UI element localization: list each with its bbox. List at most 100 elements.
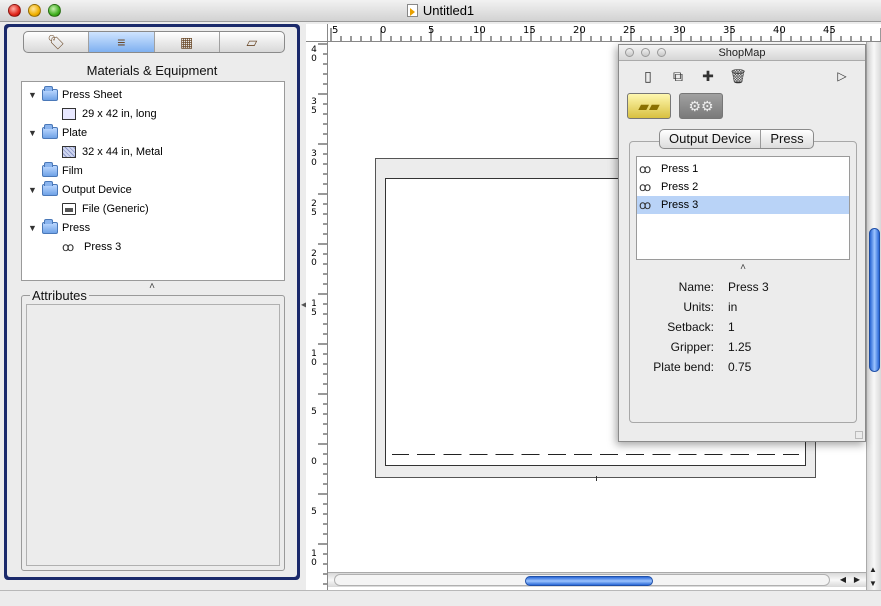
add-icon[interactable]: ✚ <box>693 68 723 85</box>
tree-row-press-sheet[interactable]: ▼ Press Sheet <box>22 85 284 104</box>
property-row: Units: in <box>630 300 858 320</box>
list-item[interactable]: ꝏ Press 1 <box>637 160 849 178</box>
tree-row-press[interactable]: ▼ Press <box>22 218 284 237</box>
ruler-top-label: 10 <box>473 25 486 36</box>
ruler-corner <box>306 24 328 42</box>
materials-mode-button[interactable]: ▰▰ <box>627 93 671 119</box>
property-value: in <box>728 300 738 314</box>
property-row: Gripper: 1.25 <box>630 340 858 360</box>
scroll-down-icon[interactable]: ▼ <box>869 579 877 588</box>
tab-materials[interactable]: ≡ <box>89 32 155 52</box>
trash-icon[interactable]: 🗑 <box>723 68 753 85</box>
disclosure-triangle-icon[interactable]: ▼ <box>28 223 40 233</box>
tree-row-plate-size[interactable]: 32 x 44 in, Metal <box>22 142 284 161</box>
property-row: Name: Press 3 <box>630 280 858 300</box>
property-value: 1 <box>728 320 735 334</box>
materials-tree: ▼ Press Sheet 29 x 42 in, long ▼ Plate 3… <box>21 81 285 281</box>
disclosure-triangle-icon[interactable]: ▼ <box>28 128 40 138</box>
segment-press[interactable]: Press <box>761 130 812 148</box>
vertical-scroll-thumb[interactable] <box>869 228 880 372</box>
scroll-right-icon[interactable]: ▶ <box>854 575 860 584</box>
layout-icon: ▦ <box>180 33 194 50</box>
tree-label: 29 x 42 in, long <box>82 107 157 120</box>
property-label: Name: <box>678 280 714 294</box>
materials-title: Materials & Equipment <box>86 63 218 78</box>
property-value: 0.75 <box>728 360 752 374</box>
tree-row-sheet-size[interactable]: 29 x 42 in, long <box>22 104 284 123</box>
ruler-left: 40 35 30 25 20 15 10 5 0 5 10 <box>306 42 328 596</box>
tree-label: Press 3 <box>84 240 122 253</box>
palette-titlebar[interactable]: ShopMap <box>619 45 865 61</box>
sheet-icon <box>62 107 76 120</box>
horizontal-scroll-thumb[interactable] <box>525 576 653 586</box>
disclosure-triangle-icon[interactable]: ▼ <box>28 185 40 195</box>
palette-title: ShopMap <box>718 47 766 59</box>
ruler-left-label: 35 <box>311 97 317 116</box>
property-label: Gripper: <box>670 340 714 354</box>
ruler-left-label: 20 <box>311 249 317 268</box>
attributes-title: Attributes <box>30 288 89 303</box>
list-item-selected[interactable]: ꝏ Press 3 <box>637 196 849 214</box>
stacked-sheets-icon: ▰▰ <box>638 97 660 114</box>
attributes-panel <box>26 304 280 566</box>
tree-label: Film <box>62 164 83 177</box>
vertical-scrollbar[interactable]: ▲ ▼ <box>866 42 881 596</box>
new-icon[interactable]: ▯ <box>633 68 663 85</box>
tree-row-press-3[interactable]: ꝏ Press 3 <box>22 237 284 256</box>
folder-icon <box>42 85 58 101</box>
equipment-mode-button[interactable]: ⚙⚙ <box>679 93 723 119</box>
document-icon <box>406 4 418 17</box>
press-icon: ꝏ <box>639 180 652 194</box>
ruler-left-label: 10 <box>311 349 317 368</box>
scroll-left-icon[interactable]: ◀ <box>840 575 846 584</box>
attributes-group: Attributes <box>21 288 285 571</box>
ruler-top-label: 30 <box>673 25 686 36</box>
stack-icon: ▱ <box>246 33 258 50</box>
palette-modes: ▰▰ ⚙⚙ <box>627 93 723 119</box>
tab-info[interactable]: 🏷 <box>24 32 90 52</box>
window-bottom-bar <box>0 590 881 606</box>
window-title: Untitled1 <box>0 3 881 18</box>
scroll-up-icon[interactable]: ▲ <box>869 565 877 574</box>
split-caret-icon[interactable]: ˄ <box>630 262 856 273</box>
window-titlebar: Untitled1 <box>0 0 881 22</box>
horizontal-scroll-track[interactable] <box>334 574 830 586</box>
folder-icon <box>42 218 58 234</box>
resize-grip-icon[interactable] <box>855 431 863 439</box>
property-value: Press 3 <box>728 280 769 294</box>
tree-label: Press Sheet <box>62 88 122 101</box>
tag-icon: 🏷 <box>47 33 66 50</box>
duplicate-icon[interactable]: ⧉ <box>663 68 693 85</box>
press-properties: Name: Press 3 Units: in Setback: 1 Gripp… <box>630 280 858 380</box>
tab-layout[interactable]: ▦ <box>155 32 220 52</box>
press-list: ꝏ Press 1 ꝏ Press 2 ꝏ Press 3 <box>636 156 850 260</box>
ruler-left-label: 10 <box>311 549 317 568</box>
list-item-label: Press 1 <box>661 163 699 175</box>
equipment-segmented-control: Output Device Press <box>659 129 814 149</box>
tree-row-file-generic[interactable]: File (Generic) <box>22 199 284 218</box>
ruler-top-ticks <box>330 28 881 41</box>
ruler-top-label: 45 <box>823 25 836 36</box>
tree-row-film[interactable]: Film <box>22 161 284 180</box>
tree-row-plate[interactable]: ▼ Plate <box>22 123 284 142</box>
segment-output-device[interactable]: Output Device <box>660 130 762 148</box>
tree-row-output-device[interactable]: ▼ Output Device <box>22 180 284 199</box>
drawer-tabbar: 🏷 ≡ ▦ ▱ <box>23 31 285 53</box>
ruler-left-label: 5 <box>311 507 317 517</box>
tree-label: Output Device <box>62 183 132 196</box>
palette-toolbar: ▯ ⧉ ✚ 🗑 ▷ <box>633 67 857 85</box>
materials-icon: ≡ <box>117 34 126 50</box>
gears-icon: ⚙⚙ <box>688 97 714 114</box>
folder-icon <box>42 123 58 139</box>
disclosure-triangle-icon[interactable]: ▼ <box>28 90 40 100</box>
press-icon: ꝏ <box>639 162 652 176</box>
play-icon[interactable]: ▷ <box>827 69 857 83</box>
tree-label: 32 x 44 in, Metal <box>82 145 163 158</box>
property-value: 1.25 <box>728 340 752 354</box>
shopmap-palette: ShopMap ▯ ⧉ ✚ 🗑 ▷ ▰▰ ⚙⚙ ꝏ Press 1 ꝏ Pres… <box>618 44 866 442</box>
list-item[interactable]: ꝏ Press 2 <box>637 178 849 196</box>
press-icon: ꝏ <box>639 198 652 212</box>
horizontal-scrollbar[interactable]: ◀ ▶ <box>328 572 866 587</box>
list-item-label: Press 3 <box>661 199 699 211</box>
tab-stack[interactable]: ▱ <box>220 32 284 52</box>
